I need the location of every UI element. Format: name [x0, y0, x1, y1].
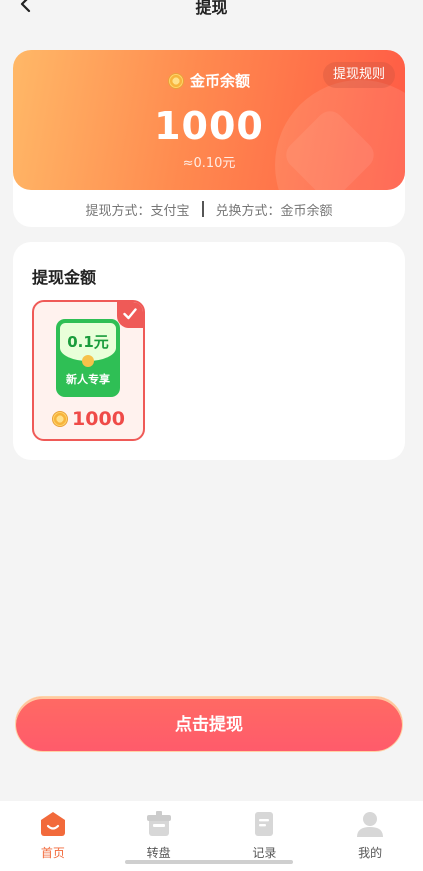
option-amount: 0.1元: [67, 333, 109, 351]
tab-records-label: 记录: [252, 846, 277, 860]
divider: [201, 201, 204, 217]
tab-profile-label: 我的: [358, 846, 383, 860]
wheel-icon: [146, 811, 171, 836]
tab-home-label: 首页: [40, 846, 65, 860]
selected-check-icon: [117, 302, 143, 328]
balance-rmb-equivalent: ≈0.10元: [182, 156, 236, 171]
exchange-method: 兑换方式：金币余额: [215, 203, 333, 219]
amount-section: 提现金额 0.1元 新人专享 1000: [13, 242, 405, 460]
withdraw-rules-button[interactable]: 提现规则: [322, 62, 395, 88]
balance-card: 金币余额 提现规则 1000 ≈0.10元: [13, 50, 405, 190]
balance-section: 金币余额 提现规则 1000 ≈0.10元 提现方式：支付宝 兑换方式：金币余额: [13, 50, 405, 227]
balance-label-text: 金币余额: [189, 72, 250, 90]
envelope-knot: [82, 355, 94, 367]
balance-value: 1000: [154, 104, 264, 148]
page-title: 提现: [195, 0, 228, 17]
tab-profile[interactable]: 我的: [317, 801, 423, 871]
withdraw-method: 提现方式：支付宝: [85, 203, 190, 219]
coin-icon: [52, 411, 69, 427]
home-icon: [40, 812, 65, 836]
home-indicator: [125, 860, 293, 864]
tab-home[interactable]: 首页: [0, 801, 106, 871]
method-row: 提现方式：支付宝 兑换方式：金币余额: [13, 200, 405, 219]
record-icon: [255, 812, 274, 836]
nav-bar: 提现: [0, 0, 423, 22]
amount-title: 提现金额: [32, 268, 97, 287]
coin-icon: [167, 72, 184, 89]
withdraw-button[interactable]: 点击提现: [15, 696, 403, 752]
option-tag: 新人专享: [66, 373, 110, 386]
amount-option[interactable]: 0.1元 新人专享 1000: [32, 300, 145, 441]
option-cost-value: 1000: [72, 408, 125, 430]
option-cost: 1000: [34, 408, 143, 430]
tab-wheel-label: 转盘: [146, 846, 171, 860]
profile-icon: [357, 812, 384, 837]
red-envelope-icon: 0.1元 新人专享: [56, 319, 120, 397]
